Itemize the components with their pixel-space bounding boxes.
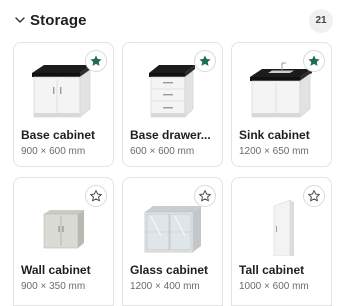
star-filled-icon [199, 55, 211, 66]
favorite-toggle[interactable] [194, 185, 216, 207]
item-name: Tall cabinet [239, 263, 305, 277]
favorite-toggle[interactable] [303, 50, 325, 72]
item-name: Glass cabinet [130, 263, 209, 277]
item-dimensions: 1000 × 600 mm [239, 281, 309, 292]
catalog-card-tall-cabinet[interactable]: Tall cabinet 1000 × 600 mm [231, 177, 332, 306]
favorite-toggle[interactable] [194, 50, 216, 72]
star-outline-icon [308, 190, 320, 202]
favorite-toggle[interactable] [85, 185, 107, 207]
star-filled-icon [90, 55, 102, 66]
item-name: Wall cabinet [21, 263, 91, 277]
item-name: Base drawer... [130, 128, 211, 142]
catalog-card-base-cabinet[interactable]: Base cabinet 900 × 600 mm [13, 42, 114, 167]
star-filled-icon [308, 55, 320, 66]
item-name: Base cabinet [21, 128, 96, 142]
star-outline-icon [199, 190, 211, 202]
catalog-card-base-drawer[interactable]: Base drawer... 600 × 600 mm [122, 42, 223, 167]
item-dimensions: 1200 × 650 mm [239, 146, 309, 157]
catalog-grid: Base cabinet 900 × 600 mm Base drawer...… [0, 0, 343, 306]
item-dimensions: 900 × 350 mm [21, 281, 86, 292]
catalog-card-sink-cabinet[interactable]: Sink cabinet 1200 × 650 mm [231, 42, 332, 167]
item-name: Sink cabinet [239, 128, 310, 142]
item-dimensions: 900 × 600 mm [21, 146, 86, 157]
item-dimensions: 1200 × 400 mm [130, 281, 200, 292]
favorite-toggle[interactable] [303, 185, 325, 207]
item-dimensions: 600 × 600 mm [130, 146, 195, 157]
catalog-card-wall-cabinet[interactable]: Wall cabinet 900 × 350 mm [13, 177, 114, 306]
catalog-card-glass-cabinet[interactable]: Glass cabinet 1200 × 400 mm [122, 177, 223, 306]
star-outline-icon [90, 190, 102, 202]
favorite-toggle[interactable] [85, 50, 107, 72]
